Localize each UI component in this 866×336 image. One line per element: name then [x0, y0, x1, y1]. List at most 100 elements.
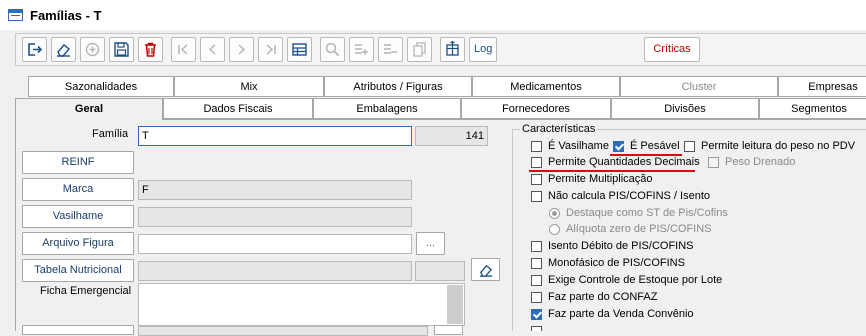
clear-button[interactable]	[51, 37, 76, 62]
eraser-icon	[479, 264, 492, 277]
delete-button[interactable]	[138, 37, 163, 62]
criticas-button[interactable]: Críticas	[644, 37, 700, 62]
monofasico-label: Monofásico de PIS/COFINS	[548, 257, 685, 269]
faz-parte-venda-label: Faz parte da Venda Convênio	[548, 308, 694, 320]
tab-geral[interactable]: Geral	[15, 98, 163, 120]
exit-icon	[28, 43, 43, 56]
faz-parte-confaz-checkbox[interactable]	[531, 292, 542, 303]
nao-calcula-pis-checkbox[interactable]	[531, 191, 542, 202]
clear-nutricional-button[interactable]	[471, 258, 500, 281]
column-icon	[446, 41, 459, 56]
prev-icon	[208, 44, 216, 55]
window-title: Famílias - T	[30, 8, 102, 23]
ficha-emergencial-scrollbar[interactable]	[447, 285, 463, 324]
tab-empresas[interactable]: Empresas	[778, 76, 866, 97]
hidden-row-small-button[interactable]	[434, 325, 463, 335]
grid-icon	[292, 43, 307, 56]
vasilhame-button[interactable]: Vasilhame	[22, 205, 134, 228]
tab-embalagens[interactable]: Embalagens	[313, 98, 461, 119]
reinf-button[interactable]: REINF	[22, 151, 134, 174]
log-button[interactable]: Log	[469, 37, 498, 62]
copy-icon	[413, 42, 426, 57]
column-config-button[interactable]	[440, 37, 465, 62]
arquivo-figura-button[interactable]: Arquivo Figura	[22, 232, 134, 255]
marca-field[interactable]: F	[138, 180, 412, 200]
destaque-st-radio[interactable]	[549, 208, 560, 219]
ficha-emergencial-label: Ficha Emergencial	[40, 285, 132, 297]
permite-qtd-decimais-checkbox[interactable]	[531, 157, 542, 168]
previous-record-button[interactable]	[200, 37, 225, 62]
hidden-row-field[interactable]	[138, 326, 428, 336]
browse-file-button[interactable]: ...	[416, 232, 445, 255]
remove-row-icon	[384, 44, 397, 54]
add-button[interactable]	[80, 37, 105, 62]
tab-atributos-figuras[interactable]: Atributos / Figuras	[324, 76, 472, 97]
e-vasilhame-label: É Vasilhame	[548, 140, 609, 152]
aliquota-zero-label: Alíquota zero de PIS/COFINS	[566, 223, 712, 235]
first-icon	[178, 44, 188, 55]
add-icon	[85, 42, 100, 57]
tabela-nutricional-button[interactable]: Tabela Nutricional	[22, 259, 134, 282]
tabela-nutricional-field[interactable]	[138, 261, 412, 281]
vasilhame-field[interactable]	[138, 207, 412, 227]
last-icon	[266, 44, 276, 55]
permite-qtd-decimais-label: Permite Quantidades Decimais	[548, 156, 700, 168]
remove-row-button[interactable]	[378, 37, 403, 62]
hidden-row-button[interactable]	[22, 325, 134, 335]
save-button[interactable]	[109, 37, 134, 62]
permite-multiplicacao-label: Permite Multiplicação	[548, 173, 653, 185]
tabela-nutricional-code[interactable]	[415, 261, 465, 281]
delete-icon	[145, 42, 156, 57]
familia-code: 141	[415, 126, 488, 146]
tab-dados-fiscais[interactable]: Dados Fiscais	[163, 98, 313, 119]
permite-multiplicacao-checkbox[interactable]	[531, 174, 542, 185]
next-record-button[interactable]	[229, 37, 254, 62]
tab-medicamentos[interactable]: Medicamentos	[472, 76, 620, 97]
add-row-button[interactable]	[349, 37, 374, 62]
familia-input[interactable]: T	[138, 126, 412, 146]
tab-fornecedores[interactable]: Fornecedores	[461, 98, 611, 119]
permite-leitura-peso-label: Permite leitura do peso no PDV	[701, 140, 856, 152]
add-row-icon	[355, 44, 368, 55]
tab-cluster[interactable]: Cluster	[620, 76, 778, 97]
caracteristicas-title: Características	[520, 123, 598, 135]
toolbar: Log Críticas	[15, 33, 866, 66]
grid-view-button[interactable]	[287, 37, 312, 62]
peso-drenado-checkbox[interactable]	[708, 157, 719, 168]
eraser-icon	[57, 44, 71, 57]
isento-debito-checkbox[interactable]	[531, 241, 542, 252]
tab-mix[interactable]: Mix	[174, 76, 324, 97]
last-record-button[interactable]	[258, 37, 283, 62]
window-form-icon	[8, 9, 23, 21]
search-button[interactable]	[320, 37, 345, 62]
marca-button[interactable]: Marca	[22, 178, 134, 201]
isento-debito-label: Isento Débito de PIS/COFINS	[548, 240, 694, 252]
first-record-button[interactable]	[171, 37, 196, 62]
aliquota-zero-radio[interactable]	[549, 224, 560, 235]
e-vasilhame-checkbox[interactable]	[531, 141, 542, 152]
next-icon	[238, 44, 246, 55]
e-pesavel-label: É Pesável	[630, 140, 680, 152]
nao-calcula-pis-label: Não calcula PIS/COFINS / Isento	[548, 190, 711, 202]
faz-parte-venda-checkbox[interactable]	[531, 309, 542, 320]
exige-controle-label: Exige Controle de Estoque por Lote	[548, 274, 723, 286]
highlight-underline	[529, 170, 695, 172]
destaque-st-label: Destaque como ST de Pis/Cofins	[566, 207, 728, 219]
exige-controle-checkbox[interactable]	[531, 275, 542, 286]
tab-sazonalidades[interactable]: Sazonalidades	[28, 76, 174, 97]
exit-button[interactable]	[22, 37, 47, 62]
search-icon	[325, 42, 340, 57]
faz-parte-confaz-label: Faz parte do CONFAZ	[548, 291, 658, 303]
arquivo-figura-input[interactable]	[138, 234, 412, 254]
e-pesavel-checkbox[interactable]	[613, 141, 624, 152]
peso-drenado-label: Peso Drenado	[725, 156, 796, 168]
partial-checkbox[interactable]	[531, 326, 542, 331]
ficha-emergencial-textarea[interactable]	[138, 283, 465, 326]
tab-divisoes[interactable]: Divisões	[611, 98, 759, 119]
copy-button[interactable]	[407, 37, 432, 62]
familia-label: Família	[92, 128, 129, 140]
tab-segmentos[interactable]: Segmentos	[759, 98, 866, 119]
monofasico-checkbox[interactable]	[531, 258, 542, 269]
permite-leitura-peso-checkbox[interactable]	[684, 141, 695, 152]
save-icon	[114, 42, 129, 57]
